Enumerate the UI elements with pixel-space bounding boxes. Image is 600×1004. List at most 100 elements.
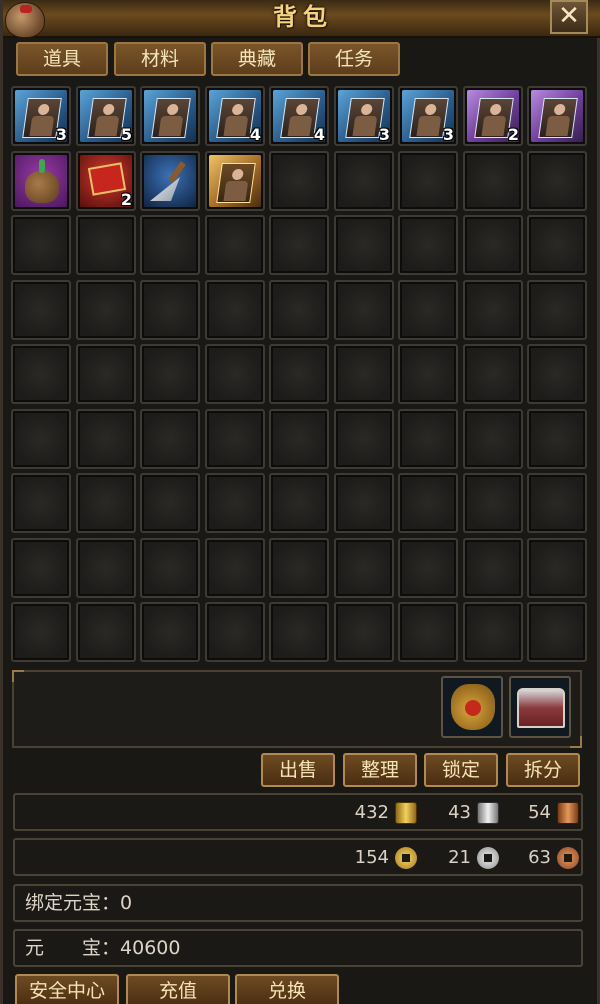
inventory-slot[interactable] [140,215,200,275]
inventory-slot[interactable] [76,344,136,404]
inventory-slot[interactable] [269,538,329,598]
inventory-slot[interactable] [334,538,394,598]
lock-button[interactable]: 锁定 [424,753,498,787]
inventory-slot[interactable] [140,602,200,662]
inventory-slot[interactable] [398,473,458,533]
inventory-slot[interactable] [11,151,71,211]
exchange-button[interactable]: 兑换 [235,974,339,1004]
inventory-slot[interactable] [269,151,329,211]
inventory-slot[interactable] [527,538,587,598]
inventory-slot[interactable] [76,473,136,533]
inventory-slot[interactable] [463,602,523,662]
treasure-chest-icon[interactable] [509,676,571,738]
inventory-slot[interactable] [527,473,587,533]
inventory-slot[interactable] [398,602,458,662]
inventory-slot[interactable] [140,344,200,404]
inventory-slot[interactable] [140,86,200,146]
recharge-button[interactable]: 充值 [126,974,230,1004]
inventory-slot[interactable] [11,602,71,662]
inventory-slot[interactable] [205,538,265,598]
inventory-slot[interactable] [463,409,523,469]
inventory-slot[interactable] [527,344,587,404]
inventory-slot[interactable] [398,538,458,598]
inventory-slot[interactable] [463,215,523,275]
inventory-slot[interactable] [463,280,523,340]
inventory-slot[interactable] [334,280,394,340]
tab-collection[interactable]: 典藏 [211,42,303,76]
inventory-slot[interactable] [140,280,200,340]
inventory-slot[interactable] [205,151,265,211]
inventory-slot[interactable] [334,409,394,469]
inventory-slot[interactable] [76,538,136,598]
inventory-slot[interactable]: 3 [11,86,71,146]
inventory-slot[interactable] [527,280,587,340]
inventory-slot[interactable]: 4 [269,86,329,146]
split-button[interactable]: 拆分 [506,753,580,787]
inventory-slot[interactable] [398,151,458,211]
inventory-slot[interactable] [140,473,200,533]
inventory-slot[interactable] [205,409,265,469]
inventory-slot[interactable] [398,409,458,469]
inventory-slot[interactable] [140,538,200,598]
inventory-slot[interactable] [269,215,329,275]
trowel-icon[interactable] [144,155,196,207]
inventory-slot[interactable] [205,215,265,275]
sell-button[interactable]: 出售 [261,753,335,787]
tab-items[interactable]: 道具 [16,42,108,76]
inventory-slot[interactable] [269,473,329,533]
tab-quests[interactable]: 任务 [308,42,400,76]
seed-bag-icon[interactable] [15,155,67,207]
inventory-slot[interactable] [334,602,394,662]
security-center-button[interactable]: 安全中心 [15,974,119,1004]
inventory-slot[interactable] [11,473,71,533]
inventory-slot[interactable] [334,215,394,275]
inventory-slot[interactable] [527,215,587,275]
inventory-slot[interactable] [205,473,265,533]
inventory-slot[interactable] [269,409,329,469]
hero-card-icon[interactable] [531,90,583,142]
inventory-slot[interactable] [334,344,394,404]
inventory-slot[interactable] [527,151,587,211]
inventory-slot[interactable] [205,602,265,662]
inventory-slot[interactable] [76,215,136,275]
hero-card-icon[interactable] [144,90,196,142]
inventory-slot[interactable] [463,538,523,598]
inventory-slot[interactable] [140,151,200,211]
sort-button[interactable]: 整理 [343,753,417,787]
inventory-slot[interactable] [269,602,329,662]
inventory-slot[interactable] [527,602,587,662]
inventory-slot[interactable] [76,280,136,340]
inventory-slot[interactable] [205,280,265,340]
inventory-slot[interactable] [11,409,71,469]
inventory-slot[interactable]: 2 [463,86,523,146]
inventory-slot[interactable] [463,151,523,211]
close-button[interactable]: ✕ [550,0,588,34]
inventory-slot[interactable] [463,344,523,404]
inventory-slot[interactable] [269,344,329,404]
inventory-slot[interactable] [76,409,136,469]
inventory-slot[interactable] [11,538,71,598]
inventory-slot[interactable] [205,344,265,404]
inventory-slot[interactable] [398,215,458,275]
inventory-slot[interactable] [463,473,523,533]
inventory-slot[interactable] [527,86,587,146]
tab-materials[interactable]: 材料 [114,42,206,76]
inventory-slot[interactable]: 2 [76,151,136,211]
inventory-slot[interactable]: 4 [205,86,265,146]
lucky-bag-icon[interactable] [441,676,503,738]
inventory-slot[interactable] [334,473,394,533]
inventory-slot[interactable] [398,280,458,340]
inventory-slot[interactable] [76,602,136,662]
inventory-slot[interactable] [398,344,458,404]
inventory-slot[interactable] [11,344,71,404]
inventory-slot[interactable] [334,151,394,211]
inventory-slot[interactable] [269,280,329,340]
inventory-slot[interactable]: 3 [398,86,458,146]
hero-card-icon[interactable] [209,155,261,207]
inventory-slot[interactable] [527,409,587,469]
inventory-slot[interactable]: 5 [76,86,136,146]
inventory-slot[interactable] [11,280,71,340]
inventory-slot[interactable] [140,409,200,469]
inventory-slot[interactable] [11,215,71,275]
inventory-slot[interactable]: 3 [334,86,394,146]
